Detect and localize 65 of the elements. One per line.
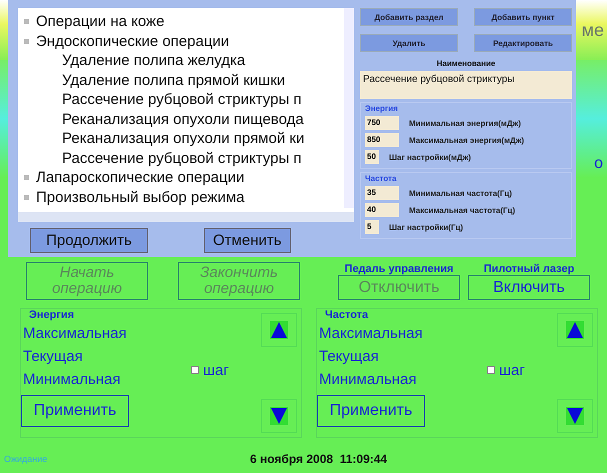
tree-item[interactable]: Эндоскопические операции: [36, 32, 230, 50]
side-label: о: [594, 155, 603, 173]
edit-button[interactable]: Редактировать: [474, 34, 572, 52]
field-label: Максимальная энергия(мДж): [409, 136, 524, 144]
value-field[interactable]: 750: [365, 116, 399, 130]
bullet-icon: [24, 194, 29, 200]
panel-title: Энергия: [29, 309, 74, 321]
dialog-button[interactable]: Отменить: [204, 228, 291, 253]
value-field[interactable]: 850: [365, 133, 399, 147]
edit-button[interactable]: Удалить: [360, 34, 458, 52]
max-label: Максимальная: [319, 324, 423, 344]
max-label: Максимальная: [23, 324, 127, 344]
current-label: Текущая: [319, 347, 379, 367]
min-label: Минимальная: [319, 370, 417, 390]
field-label: Минимальная частота(Гц): [409, 188, 512, 198]
decrease-button[interactable]: [261, 399, 297, 433]
step-label: шаг: [203, 362, 229, 378]
field-label: Шаг настройки(Гц): [389, 222, 464, 232]
step-checkbox[interactable]: [487, 366, 495, 374]
tree-item[interactable]: Реканализация опухоли прямой ки: [62, 130, 304, 148]
toggle-button[interactable]: Включить: [468, 275, 590, 300]
toggle-caption: Педаль управления: [344, 263, 454, 275]
name-field[interactable]: Рассечение рубцовой стриктуры: [360, 71, 572, 99]
decrease-button[interactable]: [557, 399, 593, 433]
name-label: Наименование: [436, 59, 496, 68]
panel-title: Частота: [325, 309, 368, 321]
header-title: ме: [582, 20, 604, 41]
value-field[interactable]: 35: [365, 186, 399, 200]
down-arrow-icon: [270, 407, 288, 425]
increase-button[interactable]: [261, 313, 297, 347]
group-title: Энергия: [365, 104, 399, 113]
toggle-caption: Пилотный лазер: [484, 263, 574, 275]
down-arrow-icon: [566, 407, 584, 425]
apply-button[interactable]: Применить: [21, 395, 129, 427]
edit-button[interactable]: Добавить раздел: [360, 8, 458, 26]
bullet-icon: [24, 38, 29, 44]
field-label: Шаг настройки(мДж): [389, 152, 471, 162]
tree-item[interactable]: Реканализация опухоли пищевода: [62, 110, 304, 128]
field-label: Минимальная энергия(мДж): [409, 118, 521, 128]
tree-item[interactable]: Произвольный выбор режима: [36, 188, 244, 206]
tree-item[interactable]: Удаление полипа желудка: [62, 52, 246, 70]
up-arrow-icon: [566, 321, 584, 339]
date-time: 6 ноября 2008 11:09:44: [250, 452, 388, 466]
status-text: Ожидание: [4, 454, 48, 464]
value-field[interactable]: 50: [365, 150, 379, 164]
tree-item[interactable]: Лапароскопические операции: [36, 169, 244, 186]
step-checkbox[interactable]: [191, 366, 199, 374]
apply-button[interactable]: Применить: [317, 395, 425, 427]
group-title: Частота: [365, 174, 398, 183]
min-label: Минимальная: [23, 370, 121, 390]
tree-item[interactable]: Операции на коже: [36, 13, 164, 30]
value-field[interactable]: 5: [365, 220, 379, 234]
tree-item[interactable]: Рассечение рубцовой стриктуры п: [62, 150, 302, 167]
bullet-icon: [24, 19, 29, 24]
step-label: шаг: [499, 362, 525, 378]
tree-item[interactable]: Удаление полипа прямой кишки: [62, 72, 286, 89]
current-label: Текущая: [23, 347, 83, 367]
dialog-button[interactable]: Продолжить: [30, 228, 148, 253]
bullet-icon: [24, 175, 29, 180]
up-arrow-icon: [270, 321, 288, 339]
value-field[interactable]: 40: [365, 203, 399, 217]
increase-button[interactable]: [557, 313, 593, 347]
field-label: Максимальная частота(Гц): [409, 206, 516, 214]
edit-button[interactable]: Добавить пункт: [474, 8, 572, 26]
tree-item[interactable]: Рассечение рубцовой стриктуры п: [62, 91, 302, 108]
